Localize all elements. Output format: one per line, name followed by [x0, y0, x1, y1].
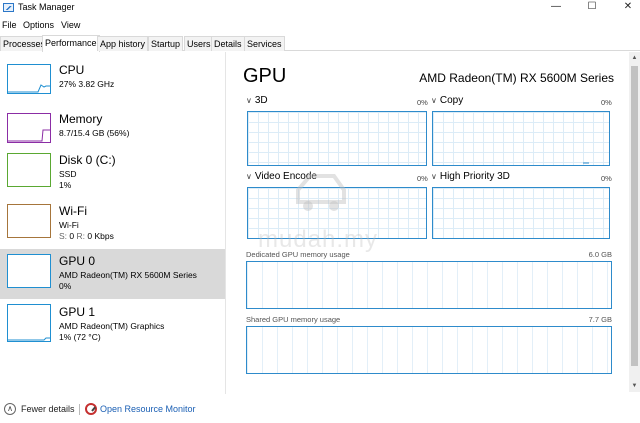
menu-options[interactable]: Options	[23, 18, 54, 32]
sidebar-item-detail: AMD Radeon(TM) RX 5600M Series	[59, 270, 197, 280]
menu-view[interactable]: View	[61, 18, 80, 32]
window-title: Task Manager	[18, 2, 75, 12]
footer-divider	[79, 404, 80, 415]
scrollbar-thumb[interactable]	[631, 66, 638, 366]
engine-selector-3d[interactable]: ∨ 3D	[246, 95, 268, 106]
wifi-thumbnail-graph	[7, 204, 51, 238]
sidebar-item-usage: 0%	[59, 281, 72, 291]
sidebar-item-usage: 1% (72 °C)	[59, 332, 101, 342]
chevron-down-icon: ∨	[431, 96, 437, 105]
gpu-details-panel: GPU AMD Radeon(TM) RX 5600M Series ∨ 3D 0…	[227, 52, 627, 392]
engine-name: Video Encode	[254, 171, 317, 182]
page-title: GPU	[243, 65, 287, 87]
engine-percent: 0%	[601, 174, 612, 183]
sidebar-item-name: CPU	[59, 63, 85, 77]
tab-details[interactable]: Details	[211, 36, 245, 51]
receive-label: R:	[76, 231, 86, 241]
sidebar-item-name: Memory	[59, 112, 103, 126]
fewer-details-button[interactable]: Fewer details	[21, 404, 75, 414]
sidebar-item-name: Disk 0 (C:)	[59, 153, 116, 167]
dedicated-memory-label: Dedicated GPU memory usage	[246, 250, 350, 259]
chevron-down-icon: ∨	[431, 172, 437, 181]
sidebar-item-usage: 1%	[59, 180, 72, 190]
close-button[interactable]: ✕	[610, 0, 640, 14]
engine-percent: 0%	[417, 174, 428, 183]
shared-memory-label: Shared GPU memory usage	[246, 315, 341, 324]
gpu0-thumbnail-graph	[7, 254, 51, 288]
engine-percent: 0%	[417, 98, 428, 107]
graph-3d	[247, 111, 427, 166]
engine-name: Copy	[439, 95, 464, 106]
engine-name: 3D	[254, 95, 268, 106]
title-bar[interactable]: Task Manager — ☐ ✕	[0, 0, 640, 16]
resource-monitor-icon[interactable]	[85, 403, 97, 415]
receive-value: 0 Kbps	[87, 231, 114, 241]
tab-performance[interactable]: Performance	[42, 35, 100, 52]
chevron-down-icon: ∨	[246, 96, 252, 105]
gpu-model-name: AMD Radeon(TM) RX 5600M Series	[419, 71, 614, 85]
engine-selector-video-encode[interactable]: ∨ Video Encode	[246, 171, 317, 182]
disk-thumbnail-graph	[7, 153, 51, 187]
minimize-button[interactable]: —	[538, 0, 574, 14]
tab-services[interactable]: Services	[244, 36, 285, 51]
tab-bar: Processes Performance App history Startu…	[0, 35, 640, 52]
engine-selector-high-priority-3d[interactable]: ∨ High Priority 3D	[431, 171, 510, 182]
sidebar-item-detail: SSD	[59, 169, 77, 179]
stats-row-cutoff	[247, 386, 607, 392]
maximize-button[interactable]: ☐	[574, 0, 610, 14]
sidebar-item-name: GPU 1	[59, 305, 96, 319]
sidebar-item-detail: 27% 3.82 GHz	[59, 79, 115, 89]
sidebar-item-throughput: S: 0 R: 0 Kbps	[59, 231, 114, 241]
chevron-up-icon[interactable]: ∧	[4, 403, 16, 415]
tab-startup[interactable]: Startup	[148, 36, 184, 51]
graph-high-priority-3d	[432, 187, 610, 239]
performance-sidebar: CPU 27% 3.82 GHz Memory 8.7/15.4 GB (56%…	[0, 52, 226, 394]
engine-selector-copy[interactable]: ∨ Copy	[431, 95, 463, 106]
sidebar-item-name: GPU 0	[59, 254, 96, 268]
open-resource-monitor-link[interactable]: Open Resource Monitor	[100, 404, 196, 414]
menu-file[interactable]: File	[2, 18, 17, 32]
sidebar-item-wifi[interactable]: Wi-Fi Wi-Fi S: 0 R: 0 Kbps	[0, 199, 225, 249]
cpu-thumbnail-graph	[7, 64, 51, 94]
memory-thumbnail-graph	[7, 113, 51, 143]
scroll-up-arrow-icon[interactable]: ▲	[629, 52, 640, 64]
sidebar-item-detail: Wi-Fi	[59, 220, 79, 230]
send-label: S:	[59, 231, 68, 241]
graph-copy	[432, 111, 610, 166]
tab-app-history[interactable]: App history	[97, 36, 149, 51]
footer-bar: ∧ Fewer details Open Resource Monitor	[0, 397, 640, 423]
task-manager-app-icon	[3, 3, 14, 12]
dedicated-memory-graph	[246, 261, 612, 309]
tab-processes[interactable]: Processes	[0, 36, 49, 51]
sidebar-item-detail: AMD Radeon(TM) Graphics	[59, 321, 165, 331]
shared-memory-graph	[246, 326, 612, 374]
sidebar-item-detail: 8.7/15.4 GB (56%)	[59, 128, 130, 138]
sidebar-item-gpu-1[interactable]: GPU 1 AMD Radeon(TM) Graphics 1% (72 °C)	[0, 300, 225, 350]
dedicated-memory-max: 6.0 GB	[588, 250, 612, 259]
send-value: 0	[69, 231, 75, 241]
scroll-down-arrow-icon[interactable]: ▼	[629, 380, 640, 392]
tab-users[interactable]: Users	[184, 36, 214, 51]
sidebar-item-gpu-0[interactable]: GPU 0 AMD Radeon(TM) RX 5600M Series 0%	[0, 249, 225, 299]
sidebar-item-disk[interactable]: Disk 0 (C:) SSD 1%	[0, 148, 225, 198]
shared-memory-max: 7.7 GB	[588, 315, 612, 324]
gpu1-thumbnail-graph	[7, 304, 51, 342]
vertical-scrollbar[interactable]: ▲ ▼	[629, 52, 640, 392]
sidebar-item-cpu[interactable]: CPU 27% 3.82 GHz	[0, 58, 225, 108]
engine-name: High Priority 3D	[439, 171, 510, 182]
engine-percent: 0%	[601, 98, 612, 107]
sidebar-item-name: Wi-Fi	[59, 204, 87, 218]
chevron-down-icon: ∨	[246, 172, 252, 181]
graph-video-encode	[247, 187, 427, 239]
